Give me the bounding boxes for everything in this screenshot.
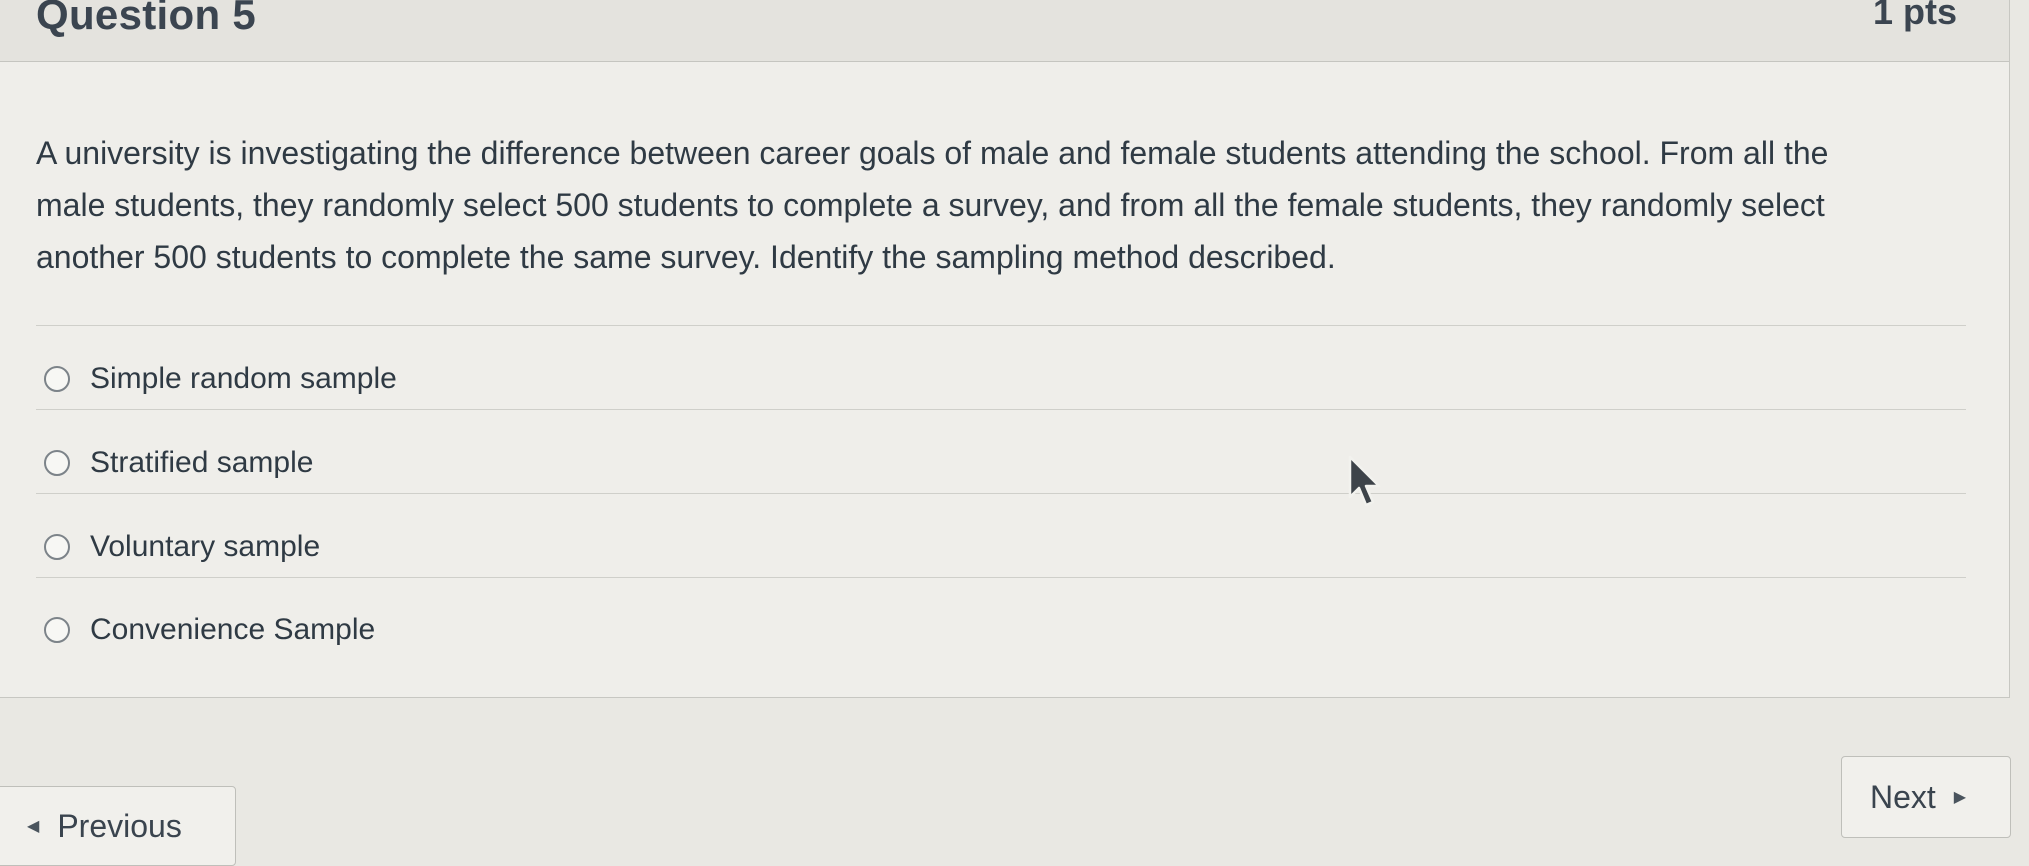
answer-option-voluntary[interactable]: Voluntary sample — [44, 522, 320, 572]
answer-label: Stratified sample — [90, 446, 314, 479]
question-title: Question 5 — [36, 0, 257, 38]
answer-label: Convenience Sample — [90, 613, 376, 646]
question-points: 1 pts — [1872, 0, 1957, 32]
answers-top-divider — [36, 325, 1966, 326]
previous-button[interactable]: ◀ Previous — [0, 786, 236, 866]
answer-label: Simple random sample — [90, 362, 397, 395]
next-button-label: Next — [1870, 778, 1936, 815]
triangle-left-icon: ◀ — [27, 818, 40, 835]
answer-divider — [36, 409, 1966, 410]
radio-button[interactable] — [44, 366, 70, 392]
radio-button[interactable] — [44, 534, 70, 560]
answer-option-stratified[interactable]: Stratified sample — [44, 438, 313, 488]
question-text-line: male students, they randomly select 500 … — [36, 187, 1825, 223]
radio-button[interactable] — [44, 450, 70, 476]
question-text: A university is investigating the differ… — [36, 127, 1956, 283]
answer-option-simple-random[interactable]: Simple random sample — [44, 354, 397, 404]
question-text-line: A university is investigating the differ… — [36, 135, 1829, 171]
answer-option-convenience[interactable]: Convenience Sample — [44, 605, 375, 655]
next-button[interactable]: Next ▶ — [1841, 756, 2011, 838]
question-text-line: another 500 students to complete the sam… — [36, 239, 1336, 275]
answer-divider — [36, 493, 1966, 494]
previous-button-label: Previous — [57, 807, 182, 844]
radio-button[interactable] — [44, 617, 70, 643]
mouse-pointer-icon — [1348, 455, 1381, 507]
question-header: Question 5 1 pts — [0, 0, 2009, 62]
answer-label: Voluntary sample — [90, 530, 321, 563]
triangle-right-icon: ▶ — [1953, 789, 1967, 806]
answer-divider — [36, 577, 1966, 578]
question-card: Question 5 1 pts A university is investi… — [0, 0, 2010, 698]
